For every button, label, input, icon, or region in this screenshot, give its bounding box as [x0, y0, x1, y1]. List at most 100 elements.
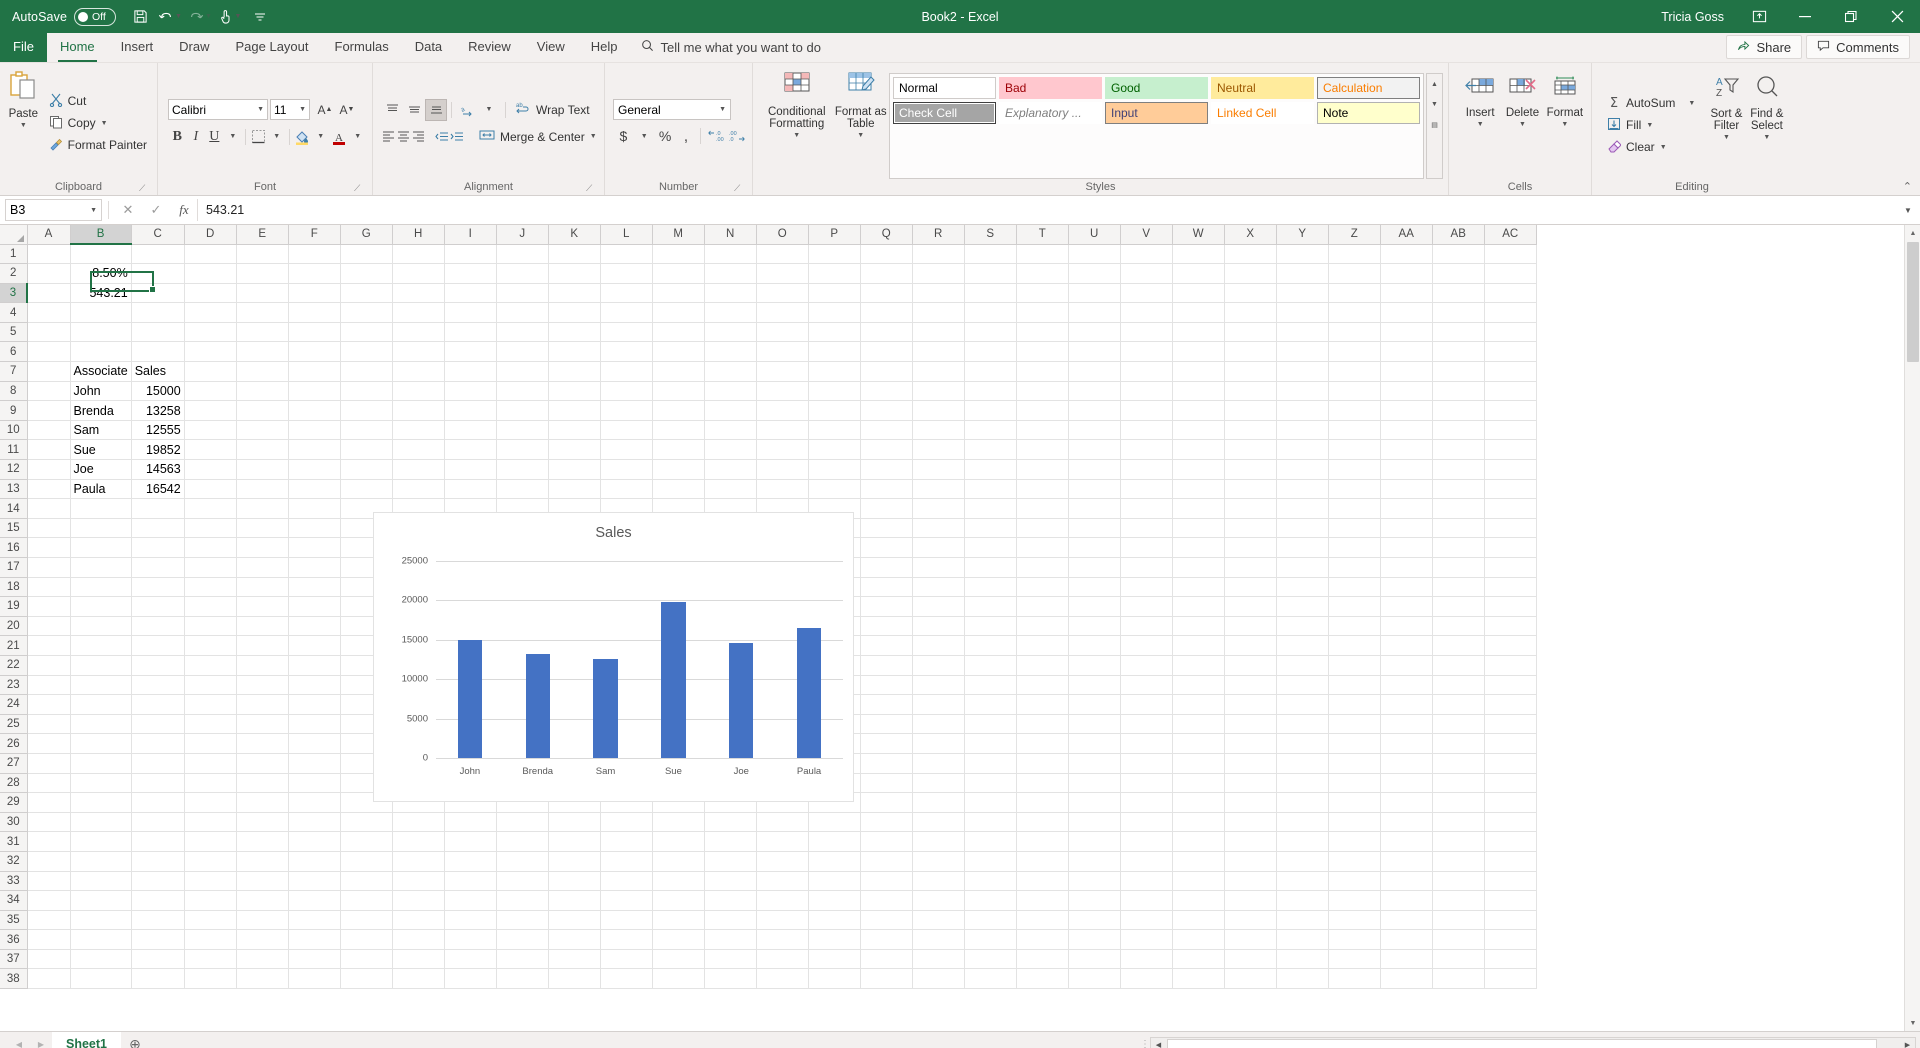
cell-N12[interactable] [704, 459, 757, 480]
cell-AB15[interactable] [1432, 518, 1485, 539]
find-select-caret-icon[interactable]: ▼ [1763, 132, 1770, 144]
cell-AC6[interactable] [1484, 341, 1537, 363]
chart-bar-sam[interactable] [593, 659, 618, 758]
cell-W21[interactable] [1172, 635, 1225, 656]
cell-X22[interactable] [1224, 655, 1277, 676]
find-select-button[interactable]: Find & Select ▼ [1747, 71, 1787, 179]
number-dialog-launcher[interactable]: ⟋ [734, 182, 746, 194]
redo-icon[interactable]: ▼ [186, 4, 214, 30]
cell-AA25[interactable] [1380, 714, 1433, 735]
cell-U28[interactable] [1068, 773, 1121, 794]
cell-V24[interactable] [1120, 694, 1173, 715]
cell-T2[interactable] [1016, 263, 1069, 284]
cell-T26[interactable] [1016, 733, 1069, 754]
cell-K3[interactable] [548, 283, 601, 304]
cell-R1[interactable] [912, 244, 965, 265]
cell-Q4[interactable] [860, 302, 913, 323]
cell-J8[interactable] [496, 381, 549, 402]
tell-me-search[interactable]: Tell me what you want to do [631, 32, 831, 62]
cell-X9[interactable] [1224, 400, 1277, 421]
cell-AC18[interactable] [1484, 577, 1537, 598]
cell-S33[interactable] [964, 871, 1017, 892]
cell-C36[interactable] [131, 929, 185, 950]
cell-R14[interactable] [912, 498, 965, 519]
cell-W20[interactable] [1172, 616, 1225, 637]
fill-color-caret-icon[interactable]: ▼ [311, 126, 330, 148]
cell-C34[interactable] [131, 890, 185, 911]
cell-AC16[interactable] [1484, 537, 1537, 558]
clear-button[interactable]: Clear ▼ [1602, 136, 1700, 158]
align-top-icon[interactable] [381, 99, 403, 121]
cell-V19[interactable] [1120, 596, 1173, 617]
cell-U9[interactable] [1068, 400, 1121, 421]
cell-P12[interactable] [808, 459, 861, 480]
cell-W38[interactable] [1172, 968, 1225, 990]
cell-E7[interactable] [236, 361, 289, 382]
row-header-26[interactable]: 26 [0, 733, 28, 754]
cell-A18[interactable] [27, 577, 71, 598]
cell-W11[interactable] [1172, 439, 1225, 461]
cell-AC15[interactable] [1484, 518, 1537, 539]
cell-N3[interactable] [704, 283, 757, 304]
cell-D33[interactable] [184, 871, 237, 892]
cell-AC34[interactable] [1484, 890, 1537, 911]
cell-M5[interactable] [652, 322, 705, 343]
cell-Q27[interactable] [860, 753, 913, 774]
cell-F30[interactable] [288, 812, 341, 833]
cell-C1[interactable] [131, 244, 185, 265]
cell-F5[interactable] [288, 322, 341, 343]
cell-E37[interactable] [236, 949, 289, 970]
cell-F35[interactable] [288, 910, 341, 931]
cell-W14[interactable] [1172, 498, 1225, 519]
cell-E23[interactable] [236, 675, 289, 696]
cell-AC36[interactable] [1484, 929, 1537, 950]
format-as-table-caret-icon[interactable]: ▼ [857, 130, 864, 142]
cell-C25[interactable] [131, 714, 185, 735]
cell-U33[interactable] [1068, 871, 1121, 892]
chart-bar-joe[interactable] [729, 643, 754, 758]
cell-I7[interactable] [444, 361, 497, 382]
column-header-O[interactable]: O [756, 225, 809, 245]
cell-AC30[interactable] [1484, 812, 1537, 833]
cell-C7[interactable]: Sales [131, 361, 185, 382]
cell-AC33[interactable] [1484, 871, 1537, 892]
cell-AA1[interactable] [1380, 244, 1433, 265]
cell-Y18[interactable] [1276, 577, 1329, 598]
cell-R35[interactable] [912, 910, 965, 931]
cell-A6[interactable] [27, 341, 71, 363]
tab-file[interactable]: File [0, 32, 47, 62]
cell-O13[interactable] [756, 479, 809, 500]
cell-R12[interactable] [912, 459, 965, 480]
cell-J1[interactable] [496, 244, 549, 265]
conditional-formatting-button[interactable]: Conditional Formatting ▼ [761, 67, 833, 179]
cell-W26[interactable] [1172, 733, 1225, 754]
cell-E38[interactable] [236, 968, 289, 990]
cell-R37[interactable] [912, 949, 965, 970]
cell-H6[interactable] [392, 341, 445, 363]
cell-G35[interactable] [340, 910, 393, 931]
cell-K30[interactable] [548, 812, 601, 833]
cell-AA32[interactable] [1380, 851, 1433, 872]
cell-U24[interactable] [1068, 694, 1121, 715]
cell-F36[interactable] [288, 929, 341, 950]
cell-A23[interactable] [27, 675, 71, 696]
cell-V38[interactable] [1120, 968, 1173, 990]
cell-L31[interactable] [600, 831, 653, 852]
cell-D17[interactable] [184, 557, 237, 578]
cell-M4[interactable] [652, 302, 705, 323]
cell-S18[interactable] [964, 577, 1017, 598]
cell-AB13[interactable] [1432, 479, 1485, 500]
cell-S32[interactable] [964, 851, 1017, 872]
cell-T7[interactable] [1016, 361, 1069, 382]
cell-F2[interactable] [288, 263, 341, 284]
cell-B12[interactable]: Joe [70, 459, 132, 480]
merge-center-caret-icon[interactable]: ▼ [590, 133, 597, 140]
cell-M6[interactable] [652, 341, 705, 363]
tab-formulas[interactable]: Formulas [322, 32, 402, 62]
cell-AA3[interactable] [1380, 283, 1433, 304]
align-right-icon[interactable] [411, 126, 426, 148]
cell-AC25[interactable] [1484, 714, 1537, 735]
chart-bar-john[interactable] [457, 639, 483, 758]
font-dialog-launcher[interactable]: ⟋ [354, 182, 366, 194]
cell-P1[interactable] [808, 244, 861, 265]
